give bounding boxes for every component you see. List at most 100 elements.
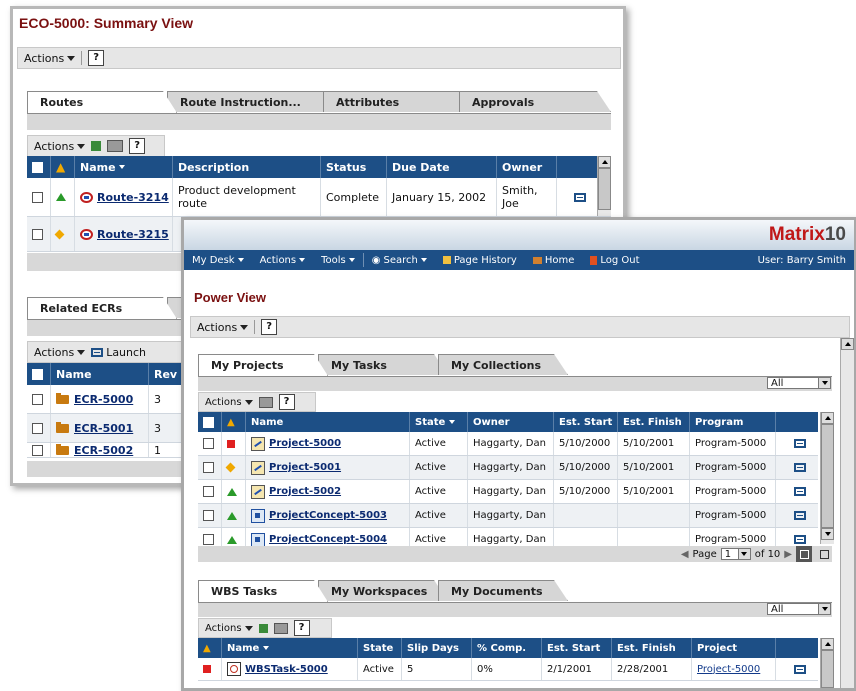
col-project[interactable]: Project [692,638,776,658]
project-link[interactable]: Project-5000 [697,664,760,675]
col-est-start[interactable]: Est. Start [542,638,612,658]
col-est-start[interactable]: Est. Start [554,412,618,432]
tab-my-documents[interactable]: My Documents [438,580,568,601]
row-checkbox[interactable] [198,456,222,479]
print-icon[interactable] [273,622,288,634]
wbs-scrollbar[interactable] [820,638,834,688]
col-due-date[interactable]: Due Date [387,156,497,178]
col-name[interactable]: Name [222,638,358,658]
tab-my-projects[interactable]: My Projects [198,354,328,376]
launch-button[interactable]: Launch [91,346,146,359]
related-actions-menu[interactable]: Actions [34,346,86,359]
actions-menu[interactable]: Actions [24,52,76,65]
tab-my-tasks[interactable]: My Tasks [318,354,448,375]
nav-page-history[interactable]: Page History [435,255,525,266]
select-all-checkbox[interactable] [198,412,222,432]
col-slip-days[interactable]: Slip Days [402,638,472,658]
scroll-up-icon[interactable] [821,412,834,424]
ecr-link[interactable]: ECR-5001 [74,422,133,435]
prev-page-icon[interactable]: ◀ [681,549,689,560]
routes-scrollbar[interactable] [597,156,611,216]
col-name[interactable]: Name [51,363,149,385]
col-status[interactable]: Status [321,156,387,178]
report-icon[interactable] [258,623,268,633]
wbs-filter-select[interactable]: All [767,603,831,615]
tab-wbs-tasks[interactable]: WBS Tasks [198,580,328,602]
help-icon[interactable]: ? [129,138,146,154]
ecr-link[interactable]: ECR-5000 [74,393,133,406]
projects-filter-select[interactable]: All [767,377,831,389]
row-checkbox[interactable] [198,432,222,455]
col-state[interactable]: State [410,412,468,432]
task-link[interactable]: WBSTask-5000 [245,664,328,675]
actions-menu[interactable]: Actions [197,321,249,334]
scroll-up-icon[interactable] [821,638,834,650]
print-icon[interactable] [107,140,124,152]
tab-attributes[interactable]: Attributes [323,91,473,112]
col-state[interactable]: State [358,638,402,658]
tab-route-instructions[interactable]: Route Instruction... [167,91,337,112]
row-checkbox[interactable] [198,504,222,527]
route-link[interactable]: Route-3214 [97,191,169,204]
ecr-link[interactable]: ECR-5002 [74,444,133,457]
tab-routes[interactable]: Routes [27,91,177,113]
project-link[interactable]: ProjectConcept-5004 [269,534,387,545]
col-name[interactable]: Name [75,156,173,178]
page-scrollbar[interactable] [840,338,854,688]
row-checkbox[interactable] [27,414,51,442]
tab-my-collections[interactable]: My Collections [438,354,568,375]
open-window-icon[interactable] [776,456,818,479]
nav-my-desk[interactable]: My Desk [184,255,252,266]
nav-tools[interactable]: Tools [313,255,363,266]
project-link[interactable]: ProjectConcept-5003 [269,510,387,521]
row-checkbox[interactable] [27,217,51,251]
help-icon[interactable]: ? [293,620,310,636]
scroll-down-icon[interactable] [821,528,834,540]
help-icon[interactable]: ? [88,50,105,66]
print-icon[interactable] [258,396,273,408]
project-link[interactable]: Project-5000 [269,438,341,449]
select-all-checkbox[interactable] [27,156,51,178]
col-program[interactable]: Program [690,412,776,432]
tab-approvals[interactable]: Approvals [459,91,611,112]
view-all-icon[interactable] [796,546,812,562]
col-est-finish[interactable]: Est. Finish [618,412,690,432]
help-icon[interactable]: ? [261,319,278,335]
projects-actions-menu[interactable]: Actions [205,397,253,408]
route-link[interactable]: Route-3215 [97,228,169,241]
col-est-finish[interactable]: Est. Finish [612,638,692,658]
scroll-up-icon[interactable] [598,156,611,168]
single-page-icon[interactable] [816,546,832,562]
routes-actions-menu[interactable]: Actions [34,140,86,153]
scroll-up-icon[interactable] [841,338,854,350]
projects-scrollbar[interactable] [820,412,834,544]
open-window-icon[interactable] [776,480,818,503]
wbs-actions-menu[interactable]: Actions [205,623,253,634]
nav-search[interactable]: ◉ Search [364,255,435,266]
col-owner[interactable]: Owner [497,156,557,178]
select-all-checkbox[interactable] [27,363,51,385]
col-description[interactable]: Description [173,156,321,178]
tab-related-ecrs[interactable]: Related ECRs [27,297,177,319]
col-name[interactable]: Name [246,412,410,432]
row-checkbox[interactable] [198,480,222,503]
row-checkbox[interactable] [27,178,51,216]
open-window-icon[interactable] [776,432,818,455]
nav-actions[interactable]: Actions [252,255,314,266]
project-link[interactable]: Project-5002 [269,486,341,497]
tab-my-workspaces[interactable]: My Workspaces [318,580,448,601]
help-icon[interactable]: ? [278,394,295,410]
next-page-icon[interactable]: ▶ [784,549,792,560]
row-checkbox[interactable] [27,385,51,413]
report-icon[interactable] [91,141,102,151]
row-checkbox[interactable] [27,443,51,457]
col-owner[interactable]: Owner [468,412,554,432]
open-window-icon[interactable] [776,658,818,680]
project-link[interactable]: Project-5001 [269,462,341,473]
nav-logout[interactable]: Log Out [582,255,647,266]
open-window-icon[interactable] [557,178,597,216]
page-select[interactable]: 1 [720,548,751,560]
nav-home[interactable]: Home [525,255,583,266]
col-comp[interactable]: % Comp. [472,638,542,658]
open-window-icon[interactable] [776,504,818,527]
